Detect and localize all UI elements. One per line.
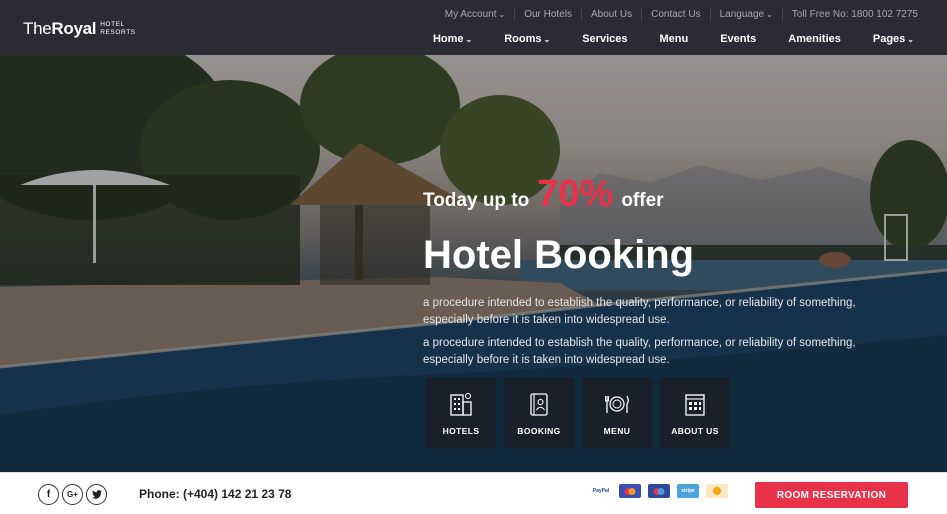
contact-phone: Phone: (+404) 142 21 23 78 (139, 487, 292, 501)
language-dropdown[interactable]: Language ⌄ (709, 9, 782, 21)
hotel-building-icon (450, 392, 472, 416)
chevron-down-icon: ⌄ (543, 35, 551, 44)
nav-rooms[interactable]: Rooms ⌄ (504, 33, 550, 45)
offer-headline: Today up to 70% offer (423, 173, 664, 215)
hero-banner: Today up to 70% offer Hotel Booking a pr… (0, 55, 947, 472)
my-account-link[interactable]: My Account ⌄ (436, 9, 514, 21)
feature-label: BOOKING (517, 425, 561, 436)
bottom-contact-bar: f G+ Phone: (+404) 142 21 23 78 PayPal s… (0, 472, 947, 514)
chevron-down-icon: ⌄ (907, 35, 914, 44)
hero-title: Hotel Booking (423, 233, 695, 277)
facebook-icon[interactable]: f (38, 484, 59, 505)
feature-label: HOTELS (442, 425, 480, 436)
social-links: f G+ (38, 484, 110, 505)
twitter-icon[interactable] (86, 484, 107, 505)
nav-services[interactable]: Services (582, 33, 627, 45)
about-us-link[interactable]: About Us (580, 9, 641, 21)
brand-logo[interactable]: TheRoyal HOTEL RESORTS (23, 19, 136, 39)
chevron-down-icon: ⌄ (465, 35, 473, 44)
stripe-icon: stripe (677, 484, 699, 498)
hero-description-1: a procedure intended to establish the qu… (423, 297, 856, 326)
hero-description-2: a procedure intended to establish the qu… (423, 337, 856, 366)
brand-subtitle: HOTEL RESORTS (100, 21, 136, 36)
mastercard-icon (619, 484, 641, 498)
booking-book-icon (530, 392, 548, 416)
our-hotels-link[interactable]: Our Hotels (514, 9, 581, 21)
twitter-bird-glyph (91, 490, 102, 499)
payment-methods: PayPal stripe (590, 484, 735, 498)
offer-percent: 70% (537, 173, 614, 215)
top-utility-bar: My Account ⌄ Our Hotels About Us Contact … (436, 9, 927, 21)
toll-free-number: Toll Free No: 1800 102 7275 (781, 9, 927, 21)
google-plus-icon[interactable]: G+ (62, 484, 83, 505)
paypal-icon: PayPal (590, 484, 612, 498)
nav-menu[interactable]: Menu (659, 33, 688, 45)
building-info-icon (685, 393, 705, 416)
feature-label: MENU (603, 425, 631, 436)
site-header: TheRoyal HOTEL RESORTS My Account ⌄ Our H… (0, 0, 947, 55)
nav-home[interactable]: Home ⌄ (433, 33, 472, 45)
feature-tiles: HOTELS BOOKING MENU ABOUT US (426, 378, 738, 448)
room-reservation-button[interactable]: ROOM RESERVATION (755, 482, 908, 508)
main-navigation: Home ⌄ Rooms ⌄ Services Menu Events Amenit… (401, 33, 914, 45)
brand-name: TheRoyal (23, 19, 97, 38)
feature-booking[interactable]: BOOKING (504, 378, 574, 448)
chevron-down-icon: ⌄ (498, 10, 506, 19)
chevron-down-icon: ⌄ (766, 10, 773, 19)
nav-amenities[interactable]: Amenities (788, 33, 841, 45)
bitcoin-icon (706, 484, 728, 498)
feature-label: ABOUT US (671, 425, 719, 436)
plate-cutlery-icon (605, 395, 629, 413)
nav-pages[interactable]: Pages ⌄ (873, 33, 914, 45)
feature-menu[interactable]: MENU (582, 378, 652, 448)
contact-us-link[interactable]: Contact Us (641, 9, 709, 21)
maestro-icon (648, 484, 670, 498)
feature-hotels[interactable]: HOTELS (426, 378, 496, 448)
nav-events[interactable]: Events (720, 33, 756, 45)
feature-about-us[interactable]: ABOUT US (660, 378, 730, 448)
